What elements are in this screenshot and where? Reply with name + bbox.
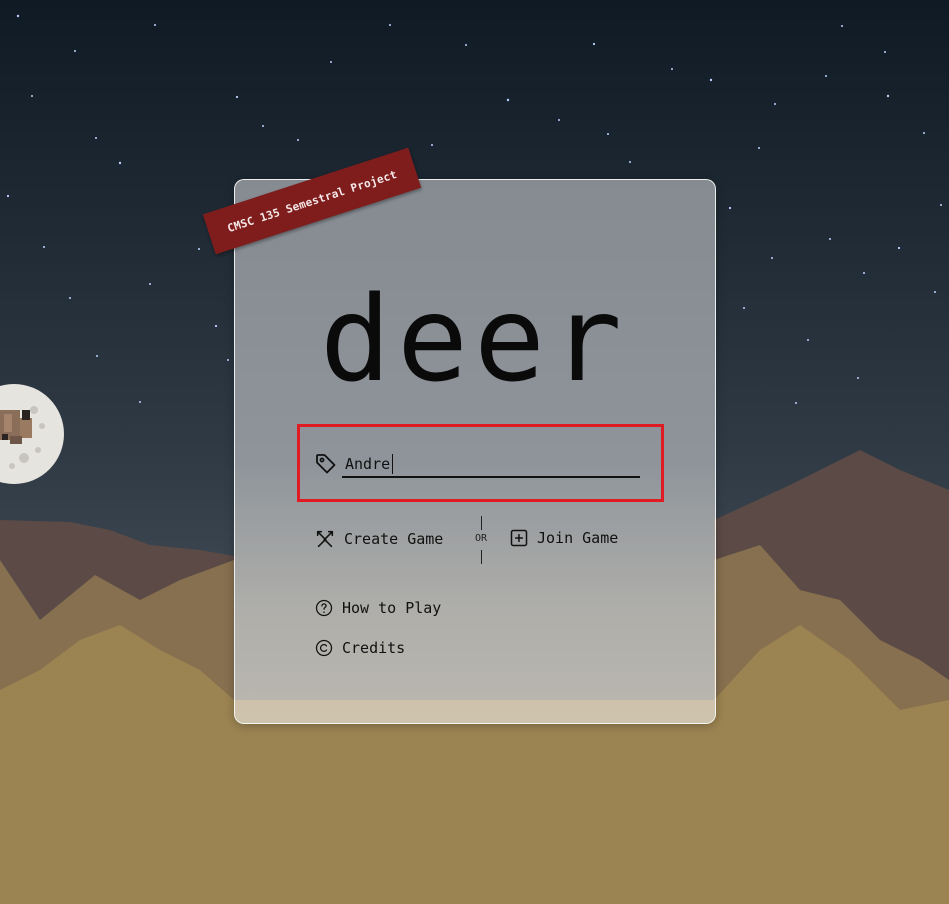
join-game-label: Join Game bbox=[537, 529, 619, 547]
tag-icon bbox=[316, 454, 336, 474]
crossed-swords-icon bbox=[316, 530, 334, 548]
player-name-input[interactable] bbox=[342, 452, 640, 478]
create-game-button[interactable]: Create Game bbox=[314, 528, 443, 550]
create-game-label: Create Game bbox=[344, 530, 444, 548]
ground-foreground bbox=[0, 720, 949, 904]
or-divider-top bbox=[481, 516, 482, 530]
credits-button[interactable]: Credits bbox=[314, 638, 405, 658]
or-divider-bottom bbox=[481, 550, 482, 564]
join-game-button[interactable]: Join Game bbox=[509, 528, 618, 548]
question-circle-icon bbox=[315, 599, 333, 617]
name-field-row bbox=[314, 452, 640, 480]
copyright-circle-icon bbox=[315, 639, 333, 657]
credits-label: Credits bbox=[342, 639, 406, 657]
how-to-play-button[interactable]: How to Play bbox=[314, 598, 441, 618]
text-caret bbox=[392, 454, 393, 474]
game-title: deer bbox=[319, 270, 629, 408]
or-separator: OR bbox=[475, 533, 488, 544]
card-glow bbox=[235, 463, 715, 723]
plus-square-icon bbox=[510, 529, 528, 547]
how-to-play-label: How to Play bbox=[342, 599, 442, 617]
